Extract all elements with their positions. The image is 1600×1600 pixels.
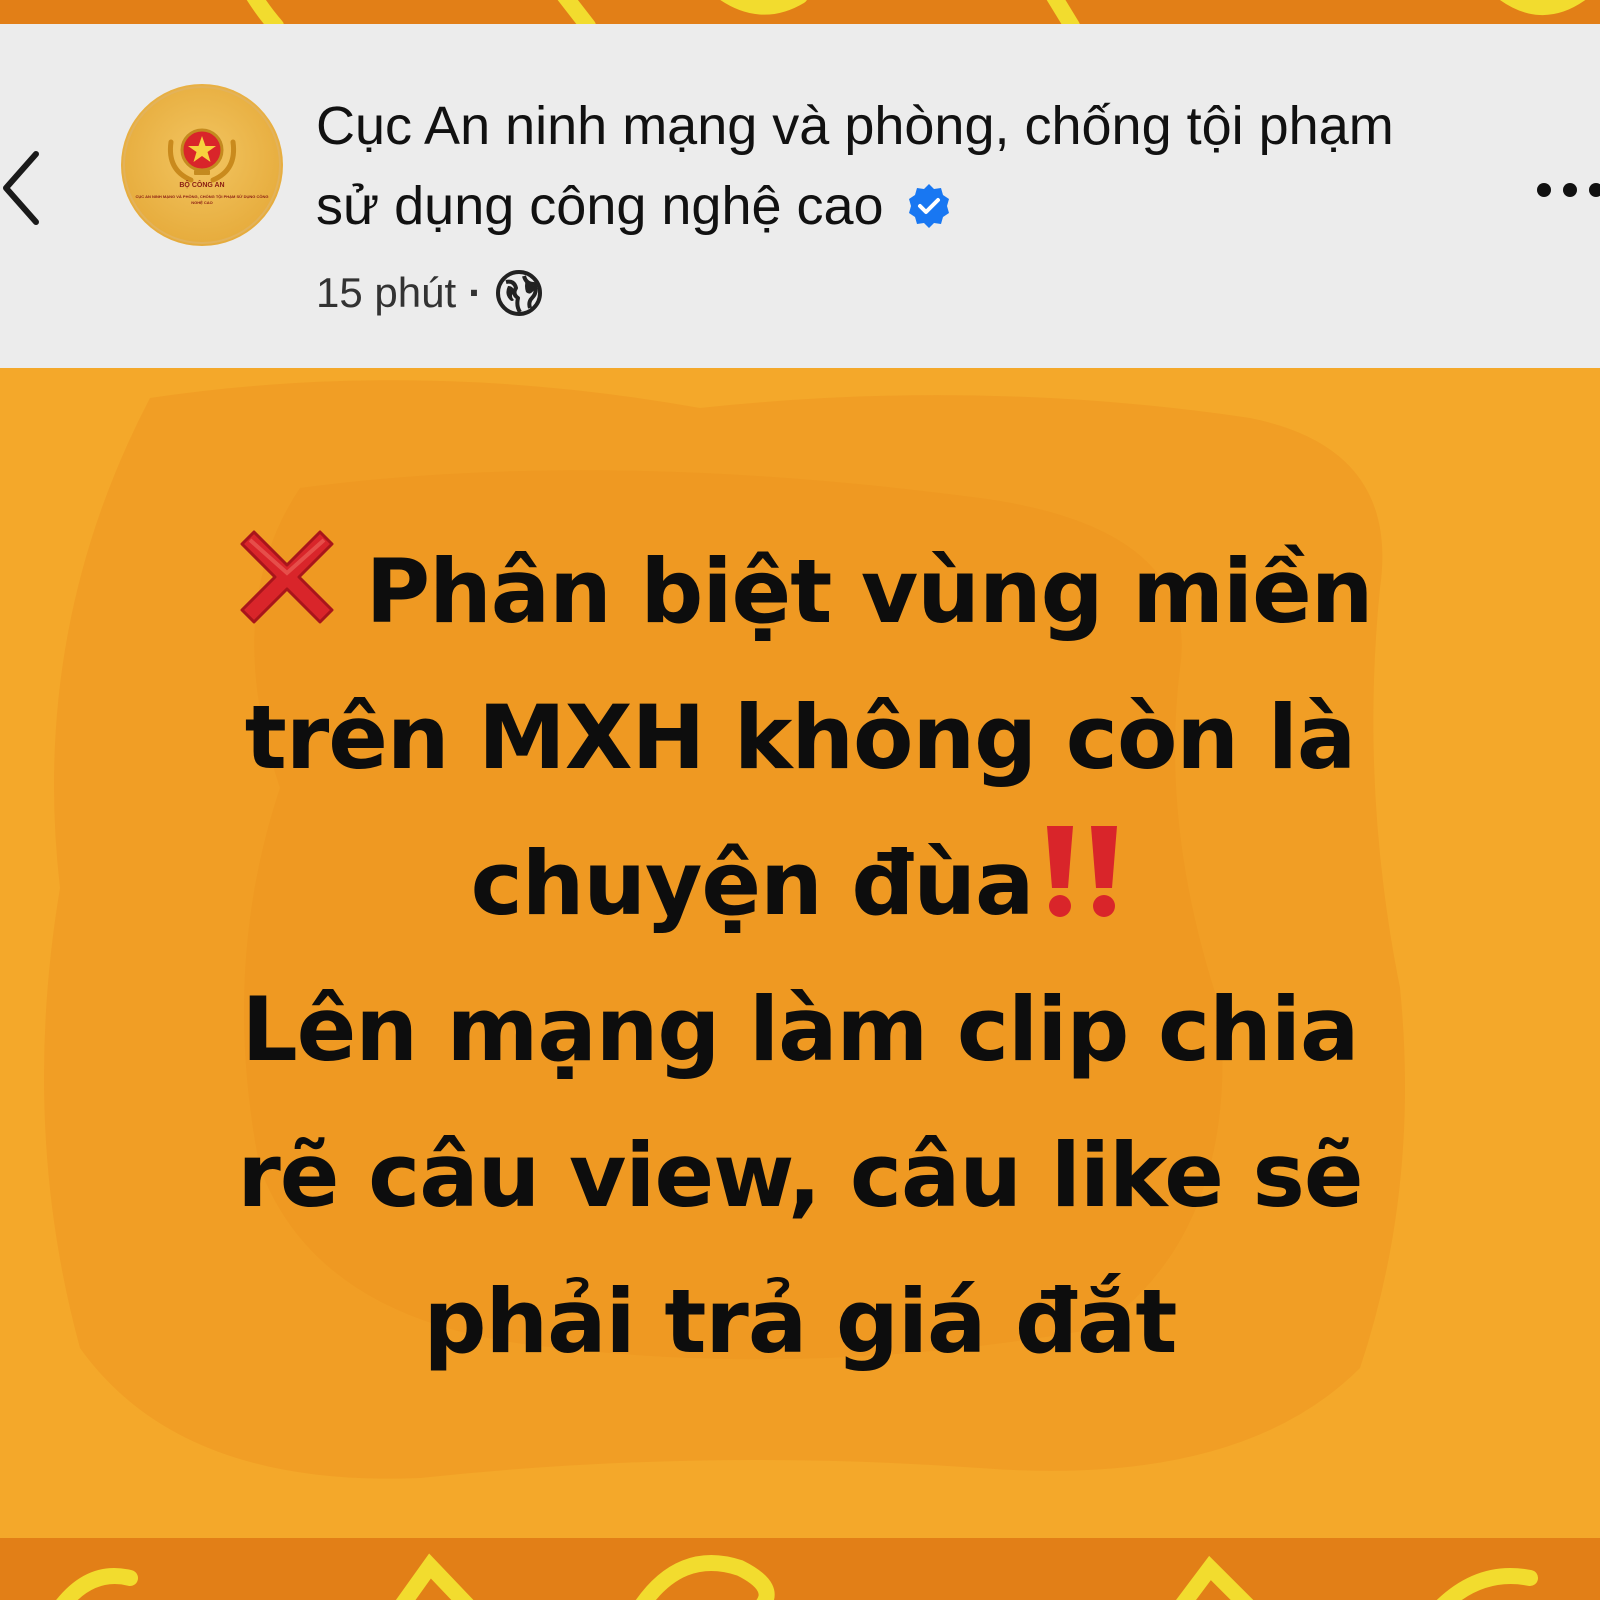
more-horizontal-icon <box>1537 183 1600 197</box>
post-meta: 15 phút · <box>316 266 544 320</box>
headline-line-5: rẽ câu view, câu like sẽ <box>237 1124 1363 1227</box>
headline-line-1: Phân biệt vùng miền <box>60 518 1540 665</box>
headline-line-6: phải trả giá đắt <box>423 1270 1178 1373</box>
page-name-text: Cục An ninh mạng và phòng, chống tội phạ… <box>316 96 1394 236</box>
verified-badge-icon <box>908 184 949 228</box>
post-headline: Phân biệt vùng miền trên MXH không còn l… <box>60 518 1540 1395</box>
avatar-sub-text: CỤC AN NINH MẠNG VÀ PHÒNG, CHỐNG TỘI PHẠ… <box>135 194 269 205</box>
headline-line-4: Lên mạng làm clip chia <box>241 978 1360 1081</box>
post-header: BỘ CÔNG AN CỤC AN NINH MẠNG VÀ PHÒNG, CH… <box>0 24 1600 368</box>
avatar-org-text: BỘ CÔNG AN <box>179 182 225 189</box>
frame-pattern-bottom <box>0 1538 1600 1600</box>
avatar[interactable]: BỘ CÔNG AN CỤC AN NINH MẠNG VÀ PHÒNG, CH… <box>121 84 283 246</box>
headline-line-2: trên MXH không còn là <box>244 686 1357 789</box>
post-time[interactable]: 15 phút <box>316 269 456 317</box>
post-image[interactable]: Phân biệt vùng miền trên MXH không còn l… <box>0 368 1600 1538</box>
back-button[interactable] <box>0 144 50 234</box>
headline-line-3: chuyện đùa <box>60 811 1540 957</box>
headline-text-1: Phân biệt vùng miền <box>365 540 1374 643</box>
police-emblem-icon <box>123 86 281 244</box>
globe-icon[interactable] <box>494 268 544 318</box>
more-options-button[interactable] <box>1536 174 1600 206</box>
meta-separator: · <box>468 269 483 316</box>
headline-text-3: chuyện đùa <box>470 832 1035 935</box>
cross-mark-icon <box>240 530 334 624</box>
frame-pattern-top <box>0 0 1600 24</box>
chevron-left-icon <box>3 151 39 225</box>
double-exclamation-icon <box>1047 826 1118 917</box>
page-name-link[interactable]: Cục An ninh mạng và phòng, chống tội phạ… <box>316 86 1466 246</box>
